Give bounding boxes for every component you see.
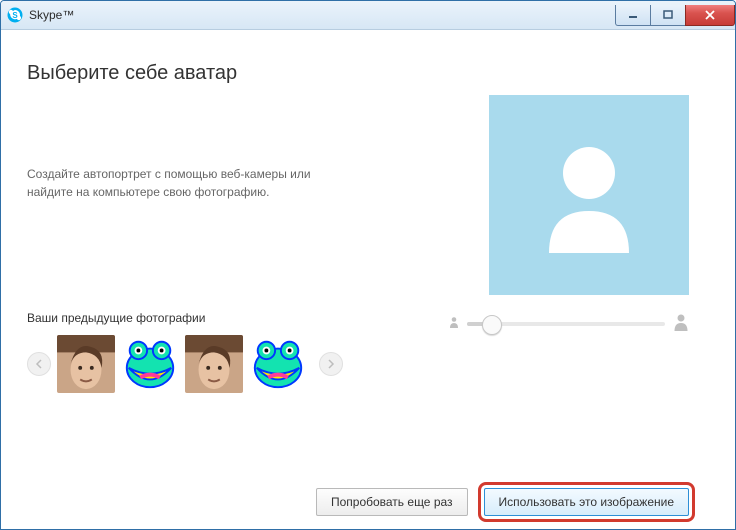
thumbnail-strip — [27, 335, 343, 393]
app-window: S Skype™ Выберите себе аватар Создайте а… — [0, 0, 736, 530]
close-icon — [704, 10, 716, 20]
instruction-text: Создайте автопортрет с помощью веб-камер… — [27, 165, 343, 201]
titlebar: S Skype™ — [1, 1, 735, 30]
zoom-handle[interactable] — [482, 315, 502, 335]
photo-icon — [57, 335, 115, 393]
zoom-in-icon — [673, 313, 689, 334]
avatar-thumbnail[interactable] — [57, 335, 115, 393]
zoom-control — [449, 313, 689, 334]
minimize-button[interactable] — [615, 5, 651, 26]
zoom-out-icon — [449, 316, 459, 331]
avatar-preview — [489, 95, 689, 295]
page-title: Выберите себе аватар — [27, 62, 709, 85]
chevron-right-icon — [327, 359, 335, 369]
retry-button-label: Попробовать еще раз — [331, 495, 453, 509]
tutorial-highlight: Использовать это изображение — [478, 482, 695, 522]
thumbs-next-button[interactable] — [319, 352, 343, 376]
avatar-thumbnail[interactable] — [249, 335, 307, 393]
previous-photos-label: Ваши предыдущие фотографии — [27, 311, 343, 325]
avatar-thumbnail[interactable] — [121, 335, 179, 393]
chevron-left-icon — [35, 359, 43, 369]
main-columns: Создайте автопортрет с помощью веб-камер… — [27, 85, 709, 475]
skype-icon: S — [7, 7, 23, 23]
thumbs-prev-button[interactable] — [27, 352, 51, 376]
use-image-button-label: Использовать это изображение — [499, 495, 674, 509]
svg-text:S: S — [12, 11, 18, 20]
zoom-slider[interactable] — [467, 322, 665, 326]
right-column — [343, 85, 709, 475]
minimize-icon — [628, 10, 638, 20]
frog-icon — [249, 335, 307, 393]
close-button[interactable] — [685, 5, 735, 26]
content-area: Выберите себе аватар Создайте автопортре… — [1, 30, 735, 529]
left-column: Создайте автопортрет с помощью веб-камер… — [27, 85, 343, 475]
retry-button[interactable]: Попробовать еще раз — [316, 488, 468, 516]
maximize-icon — [663, 10, 673, 20]
window-controls — [616, 5, 735, 25]
avatar-thumbnail[interactable] — [185, 335, 243, 393]
person-placeholder-icon — [534, 135, 644, 255]
use-image-button[interactable]: Использовать это изображение — [484, 488, 689, 516]
photo-icon — [185, 335, 243, 393]
maximize-button[interactable] — [650, 5, 686, 26]
footer-buttons: Попробовать еще раз Использовать это изо… — [27, 475, 709, 529]
frog-icon — [121, 335, 179, 393]
window-title: Skype™ — [29, 8, 74, 22]
